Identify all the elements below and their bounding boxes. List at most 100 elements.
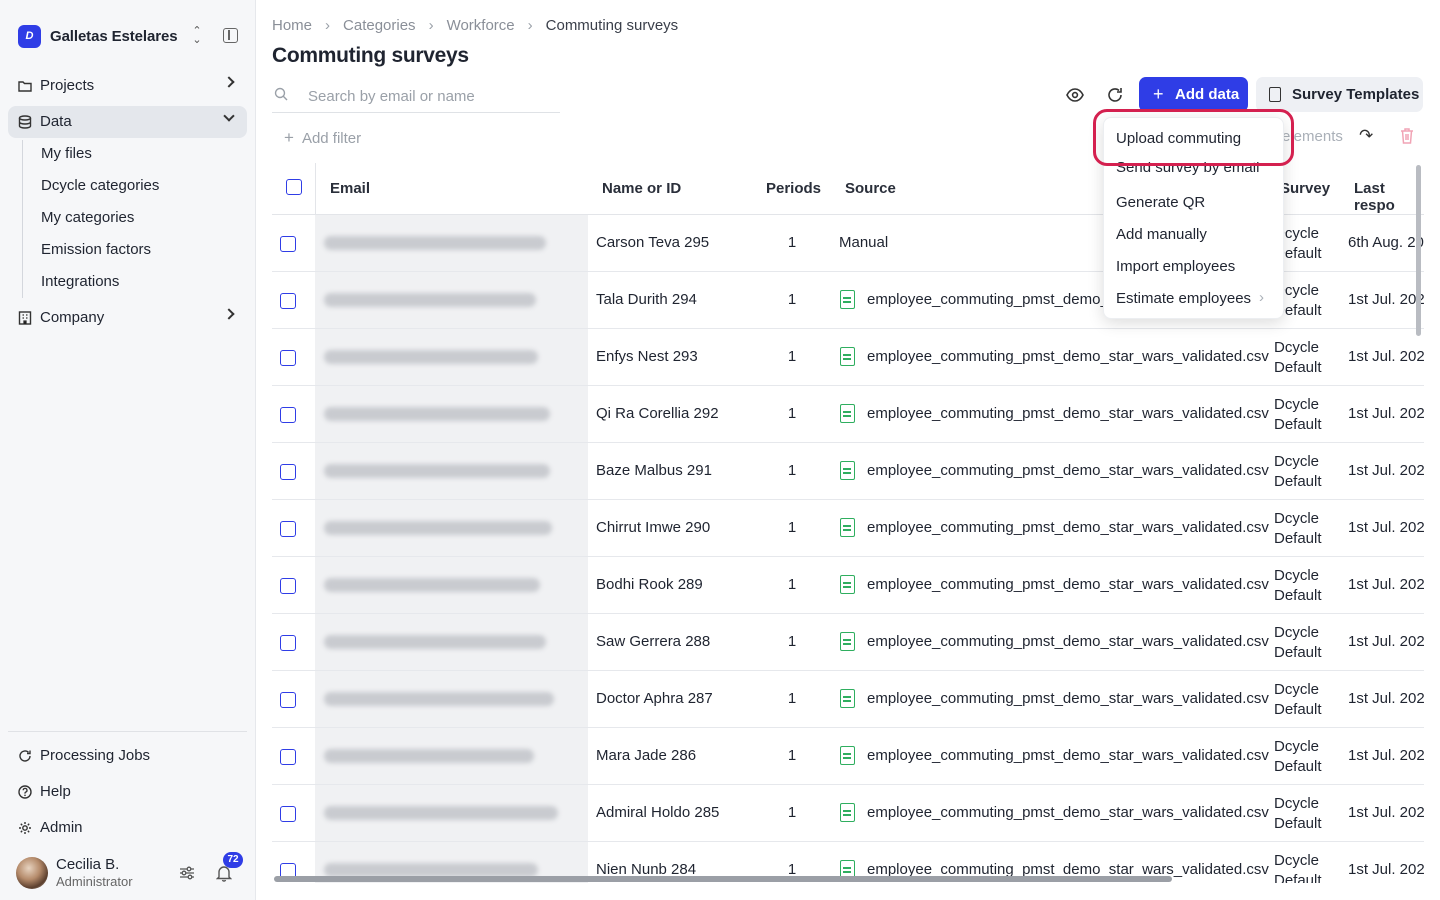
file-spreadsheet-icon — [840, 803, 855, 822]
sidebar-subitem-dcycle-categories[interactable]: Dcycle categories — [41, 177, 159, 194]
menu-item-generate-qr[interactable]: Generate QR — [1116, 194, 1205, 211]
sidebar-subitem-emission-factors[interactable]: Emission factors — [41, 241, 151, 258]
table-row[interactable]: Doctor Aphra 287 1 employee_commuting_pmst… — [272, 671, 1424, 728]
sidebar-item-processing-jobs[interactable]: Processing Jobs — [8, 740, 247, 772]
table-row[interactable]: Baze Malbus 291 1 employee_commuting_pmst_… — [272, 443, 1424, 500]
row-survey: Dcycle Default — [1274, 623, 1322, 663]
breadcrumb-home[interactable]: Home — [272, 17, 312, 34]
folder-icon — [18, 81, 32, 92]
row-survey: Dcycle Default — [1274, 851, 1322, 883]
eye-icon[interactable] — [1065, 86, 1085, 104]
sidebar-item-company[interactable]: Company — [8, 302, 247, 334]
header-survey[interactable]: Survey — [1280, 180, 1330, 197]
sidebar-subitem-integrations[interactable]: Integrations — [41, 273, 119, 290]
refresh-icon[interactable] — [1106, 86, 1124, 104]
user-profile[interactable]: Cecilia B. Administrator 72 — [16, 852, 246, 890]
header-email[interactable]: Email — [330, 180, 370, 197]
breadcrumb-categories[interactable]: Categories — [343, 17, 416, 34]
row-checkbox[interactable] — [280, 407, 296, 423]
row-checkbox[interactable] — [280, 350, 296, 366]
sidebar-item-help[interactable]: Help — [8, 776, 247, 808]
header-periods[interactable]: Periods — [766, 180, 821, 197]
row-source: employee_commuting_pmst_demo_star_wars_v… — [867, 576, 1269, 593]
share-icon[interactable]: ↷ — [1359, 127, 1375, 144]
row-survey-line1: Dcycle — [1274, 567, 1320, 584]
row-checkbox[interactable] — [280, 749, 296, 765]
add-data-button[interactable]: + Add data — [1139, 77, 1248, 112]
survey-templates-button[interactable]: Survey Templates — [1256, 77, 1423, 112]
row-checkbox[interactable] — [280, 635, 296, 651]
select-all-checkbox[interactable] — [286, 179, 302, 195]
building-icon — [18, 311, 32, 325]
row-name: Saw Gerrera 288 — [596, 633, 711, 650]
collapse-sidebar-icon[interactable] — [223, 28, 238, 43]
menu-item-add-manually[interactable]: Add manually — [1116, 226, 1207, 243]
row-source: employee_commuting_pmst_demo_star_wars_v… — [867, 519, 1269, 536]
email-redacted — [324, 806, 558, 820]
row-last-response: 1st Jul. 2024 — [1348, 405, 1424, 422]
menu-item-import-employees[interactable]: Import employees — [1116, 258, 1235, 275]
row-name: Admiral Holdo 285 — [596, 804, 720, 821]
sliders-icon[interactable] — [179, 866, 195, 880]
row-checkbox[interactable] — [280, 521, 296, 537]
file-spreadsheet-icon — [840, 746, 855, 765]
breadcrumb-separator-icon: › — [325, 17, 331, 34]
row-last-response: 6th Aug. 2024 — [1348, 234, 1424, 251]
header-name[interactable]: Name or ID — [602, 180, 681, 197]
gear-icon — [19, 822, 31, 834]
row-last-response: 1st Jul. 2024 — [1348, 633, 1424, 650]
breadcrumb-current: Commuting surveys — [545, 17, 679, 34]
row-survey-line1: Dcycle — [1274, 339, 1320, 356]
row-checkbox[interactable] — [280, 806, 296, 822]
table-row[interactable]: Saw Gerrera 288 1 employee_commuting_pmst_… — [272, 614, 1424, 671]
email-redacted — [324, 407, 550, 421]
header-source[interactable]: Source — [845, 180, 896, 197]
chevron-down-icon — [223, 110, 235, 122]
row-checkbox[interactable] — [280, 293, 296, 309]
row-survey-line1: Dcycle — [1274, 510, 1320, 527]
row-checkbox[interactable] — [280, 578, 296, 594]
org-switcher[interactable]: D Galletas Estelares ⌃ ⌄ — [18, 24, 244, 48]
table-row[interactable]: Bodhi Rook 289 1 employee_commuting_pmst_d… — [272, 557, 1424, 614]
row-name: Baze Malbus 291 — [596, 462, 712, 479]
plus-icon: + — [1153, 84, 1164, 104]
sidebar-subitem-my-categories[interactable]: My categories — [41, 209, 134, 226]
row-survey-line1: Dcycle — [1274, 738, 1320, 755]
row-periods: 1 — [787, 519, 797, 536]
table-row[interactable]: Enfys Nest 293 1 employee_commuting_pmst_d… — [272, 329, 1424, 386]
row-survey-line2: Default — [1274, 587, 1322, 604]
row-periods: 1 — [787, 462, 797, 479]
avatar — [16, 857, 48, 889]
row-checkbox[interactable] — [280, 692, 296, 708]
row-checkbox[interactable] — [280, 464, 296, 480]
sidebar-item-label: Company — [40, 309, 105, 326]
table-row[interactable]: Mara Jade 286 1 employee_commuting_pmst_de… — [272, 728, 1424, 785]
sidebar-subitem-my-files[interactable]: My files — [41, 145, 92, 162]
table-row[interactable]: Qi Ra Corellia 292 1 employee_commuting_pm… — [272, 386, 1424, 443]
trash-icon[interactable] — [1399, 127, 1415, 145]
sidebar-item-projects[interactable]: Projects — [8, 70, 247, 102]
row-checkbox[interactable] — [280, 236, 296, 252]
breadcrumb-workforce[interactable]: Workforce — [447, 17, 515, 34]
row-survey-line2: Default — [1274, 530, 1322, 547]
row-survey-line2: Default — [1274, 872, 1322, 883]
submenu-line — [22, 140, 23, 298]
search-input[interactable] — [308, 85, 548, 107]
table-row[interactable]: Admiral Holdo 285 1 employee_commuting_pms… — [272, 785, 1424, 842]
email-redacted — [324, 464, 550, 478]
sidebar-item-admin[interactable]: Admin — [8, 812, 247, 844]
menu-item-estimate-employees[interactable]: Estimate employees — [1116, 290, 1251, 307]
chevron-up-down-icon[interactable]: ⌃ ⌄ — [190, 26, 204, 46]
row-survey: Dcycle Default — [1274, 794, 1322, 834]
horizontal-scrollbar[interactable] — [274, 876, 1172, 882]
notification-badge: 72 — [223, 852, 243, 868]
sidebar-item-data[interactable]: Data — [8, 106, 247, 138]
row-periods: 1 — [787, 291, 797, 308]
header-last-response[interactable]: Last respo — [1354, 180, 1424, 214]
email-redacted — [324, 635, 546, 649]
vertical-scrollbar[interactable] — [1416, 165, 1421, 336]
row-survey-line1: Dcycle — [1274, 453, 1320, 470]
add-filter-button[interactable]: + Add filter — [284, 128, 361, 148]
table-row[interactable]: Chirrut Imwe 290 1 employee_commuting_pmst… — [272, 500, 1424, 557]
breadcrumb-separator-icon: › — [428, 17, 434, 34]
